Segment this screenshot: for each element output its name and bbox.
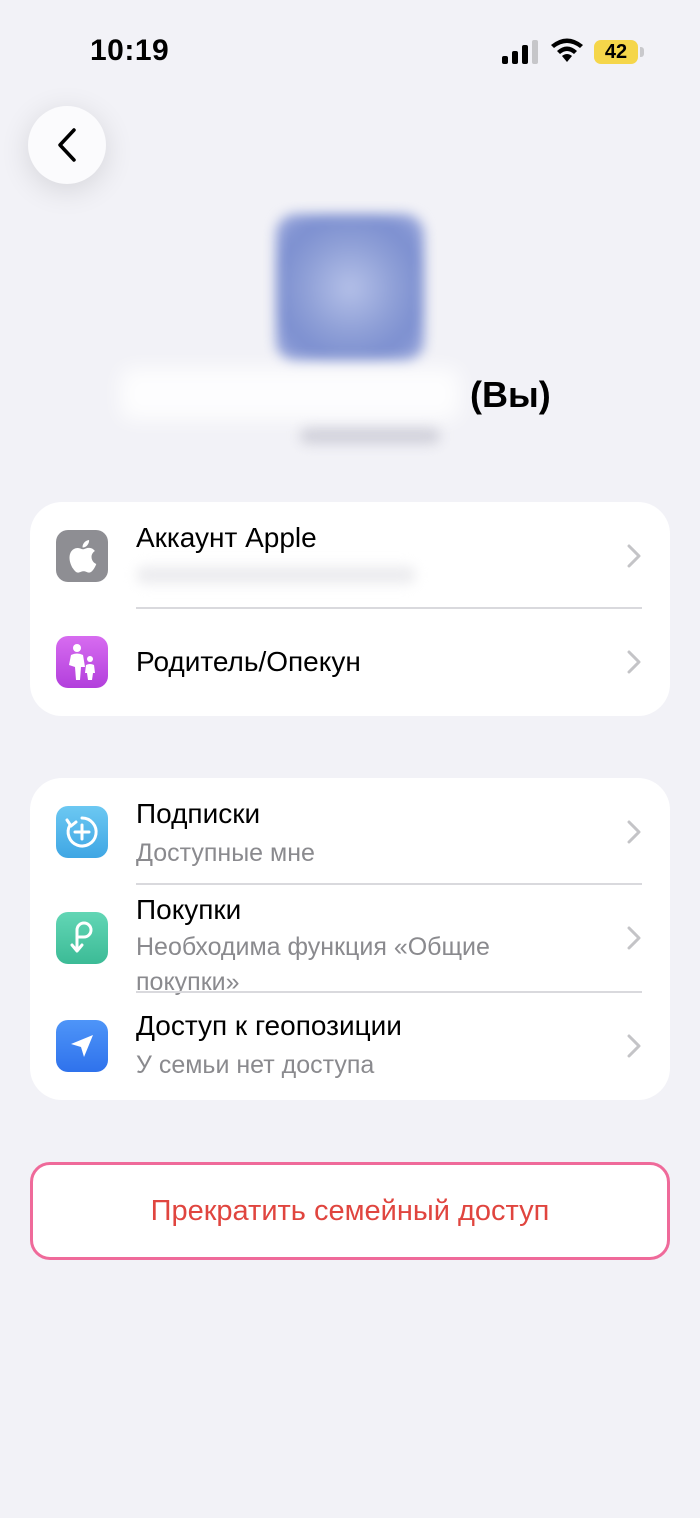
account-settings-card: Аккаунт Apple Родитель/Опекун bbox=[30, 502, 670, 716]
purchases-status: Необходима функция «Общие покупки» bbox=[136, 933, 490, 996]
avatar bbox=[276, 214, 424, 362]
list-item-parent-guardian[interactable]: Родитель/Опекун bbox=[30, 608, 670, 716]
chevron-right-icon bbox=[627, 820, 641, 844]
chevron-left-icon bbox=[58, 128, 76, 162]
battery-cap bbox=[640, 47, 644, 57]
list-item-purchases[interactable]: Покупки Необходима функция «Общие покупк… bbox=[30, 884, 670, 996]
subscriptions-plus-icon bbox=[56, 806, 108, 858]
subscriptions-label: Подписки bbox=[136, 798, 261, 829]
wifi-icon bbox=[551, 38, 583, 62]
apple-account-label: Аккаунт Apple bbox=[136, 522, 317, 553]
parent-child-icon bbox=[56, 636, 108, 688]
profile-email-redacted bbox=[300, 428, 440, 444]
battery-indicator: 42 bbox=[594, 40, 638, 64]
location-access-status: У семьи нет доступа bbox=[136, 1051, 375, 1079]
you-label: (Вы) bbox=[470, 374, 551, 415]
back-button[interactable] bbox=[28, 106, 106, 184]
list-item-subscriptions[interactable]: Подписки Доступные мне bbox=[30, 778, 670, 884]
location-access-label: Доступ к геопозиции bbox=[136, 1010, 402, 1041]
status-time: 10:19 bbox=[90, 34, 170, 67]
family-sharing-card: Подписки Доступные мне Покупки Необходим… bbox=[30, 778, 670, 1100]
chevron-right-icon bbox=[627, 544, 641, 568]
apple-account-redacted bbox=[136, 566, 416, 584]
status-bar: 10:19 42 bbox=[0, 0, 700, 100]
purchases-label: Покупки bbox=[136, 894, 242, 925]
profile-name-redacted bbox=[120, 368, 460, 420]
chevron-right-icon bbox=[627, 1034, 641, 1058]
list-item-apple-account[interactable]: Аккаунт Apple bbox=[30, 502, 670, 608]
cellular-signal-icon bbox=[502, 40, 538, 64]
subscriptions-status: Доступные мне bbox=[136, 839, 315, 867]
parent-guardian-label: Родитель/Опекун bbox=[136, 646, 361, 677]
stop-family-sharing-label: Прекратить семейный доступ bbox=[150, 1194, 550, 1227]
chevron-right-icon bbox=[627, 650, 641, 674]
chevron-right-icon bbox=[627, 926, 641, 950]
purchases-p-icon bbox=[56, 912, 108, 964]
stop-family-sharing-button[interactable]: Прекратить семейный доступ bbox=[30, 1162, 670, 1260]
list-item-location-access[interactable]: Доступ к геопозиции У семьи нет доступа bbox=[30, 992, 670, 1100]
apple-logo-icon bbox=[56, 530, 108, 582]
location-arrow-icon bbox=[56, 1020, 108, 1072]
